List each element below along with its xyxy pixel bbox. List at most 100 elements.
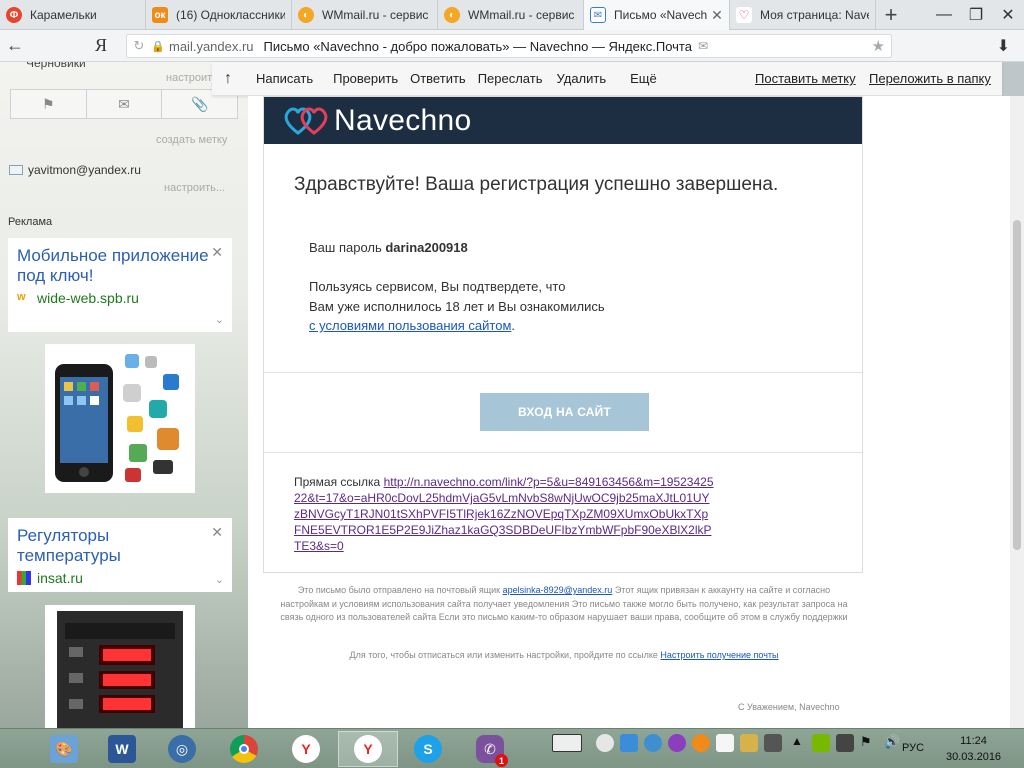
minimize-button[interactable]: — xyxy=(928,0,960,29)
skype-icon: S xyxy=(414,735,442,763)
ad-site-label: insat.ru xyxy=(37,570,83,586)
ad-site[interactable]: w wide-web.spb.ru xyxy=(8,286,232,310)
back-arrow-icon[interactable]: ← xyxy=(0,35,30,56)
notification-badge: 1 xyxy=(495,754,508,767)
db-icon[interactable] xyxy=(764,734,782,752)
new-tab-button[interactable]: + xyxy=(876,0,906,29)
tab-mail-letter[interactable]: ✉ Письмо «Navech ✕ xyxy=(584,0,730,30)
password-value: darina200918 xyxy=(385,240,468,255)
delete-button[interactable]: Удалить xyxy=(556,71,606,86)
ads-heading: Реклама xyxy=(8,216,53,228)
yandex-logo-button[interactable]: Я xyxy=(86,35,116,56)
url-field[interactable]: ↻ 🔒 mail.yandex.ru Письмо «Navechno - до… xyxy=(126,34,892,58)
account-item[interactable]: yavitmon@yandex.ru xyxy=(9,163,141,177)
signature: С Уважением, Navechno xyxy=(738,702,840,712)
more-button[interactable]: Ещё xyxy=(630,71,657,86)
login-button[interactable]: ВХОД НА САЙТ xyxy=(480,393,649,431)
ad-image-phone[interactable] xyxy=(45,344,195,493)
taskbar-yandex-browser-active[interactable]: Y xyxy=(338,731,398,767)
envelope-icon[interactable]: ✉ xyxy=(87,90,163,118)
cloud-icon[interactable] xyxy=(596,734,614,752)
tab-wmmail-2[interactable]: ◐ WMmail.ru - сервис xyxy=(438,0,584,30)
clock-date: 30.03.2016 xyxy=(946,751,1002,763)
tab-odnoklassniki[interactable]: ок (16) Одноклассники xyxy=(146,0,292,30)
vertical-scrollbar[interactable] xyxy=(1010,96,1024,728)
divider xyxy=(264,372,862,373)
close-icon[interactable]: ✕ xyxy=(211,524,223,541)
system-clock[interactable]: 11:24 30.03.2016 xyxy=(946,733,1001,765)
account-setup-link[interactable]: настроить... xyxy=(164,182,225,194)
footer-text: Это письмо было отправлено на почтовый я… xyxy=(297,585,503,595)
app-icon[interactable] xyxy=(668,734,686,752)
input-language[interactable]: РУС xyxy=(902,742,924,754)
compose-button[interactable]: Написать xyxy=(256,71,313,86)
tab-label: WMmail.ru - сервис xyxy=(322,8,429,22)
chevron-down-icon[interactable]: ⌄ xyxy=(215,313,224,326)
volume-icon[interactable]: 🔊 xyxy=(884,734,902,752)
lock-icon: 🔒 xyxy=(151,40,165,53)
folder-drafts[interactable]: Черновики xyxy=(26,62,86,70)
ad-card[interactable]: Регуляторы температуры ✕ insat.ru ⌄ xyxy=(8,518,232,592)
tab-wmmail-1[interactable]: ◐ WMmail.ru - сервис xyxy=(292,0,438,30)
maximize-button[interactable]: ❐ xyxy=(960,0,992,29)
ad-site[interactable]: insat.ru xyxy=(8,566,232,590)
network-icon[interactable] xyxy=(836,734,854,752)
scrollbar-thumb[interactable] xyxy=(1013,220,1021,550)
taskbar-word[interactable]: W xyxy=(92,731,152,767)
taskbar-chrome[interactable] xyxy=(214,731,274,767)
mail-icon[interactable] xyxy=(716,734,734,752)
terms-line: Вам уже исполнилось 18 лет и Вы ознакоми… xyxy=(309,298,605,314)
taskbar-yandex-browser[interactable]: Y xyxy=(276,731,336,767)
ok-icon[interactable] xyxy=(692,734,710,752)
divider xyxy=(264,452,862,453)
browser-tab-strip: Ф Карамельки ок (16) Одноклассники ◐ WMm… xyxy=(0,0,1024,30)
close-window-button[interactable]: ✕ xyxy=(992,0,1024,29)
mail-sidebar: Черновики настроить... ⚑ ✉ 📎 создать мет… xyxy=(0,62,248,728)
ad-title[interactable]: Мобильное приложение под ключ! xyxy=(8,238,232,286)
reply-button[interactable]: Ответить xyxy=(410,71,466,86)
move-to-folder-button[interactable]: Переложить в папку xyxy=(869,71,991,86)
favicon-icon: Ф xyxy=(6,7,22,23)
flag-icon[interactable]: ⚑ xyxy=(11,90,87,118)
odnoklassniki-icon: ок xyxy=(152,7,168,23)
close-icon[interactable]: ✕ xyxy=(211,244,223,261)
tab-label: (16) Одноклассники xyxy=(176,8,285,22)
ad-card[interactable]: Мобильное приложение под ключ! ✕ w wide-… xyxy=(8,238,232,332)
yandex-browser-icon: Y xyxy=(292,735,320,763)
folder-icon[interactable] xyxy=(740,734,758,752)
camera-icon[interactable] xyxy=(620,734,638,752)
keyboard-icon[interactable] xyxy=(552,734,582,752)
create-label-link[interactable]: создать метку xyxy=(156,134,227,146)
close-tab-icon[interactable]: ✕ xyxy=(709,7,725,23)
terms-link[interactable]: с условиями пользования сайтом xyxy=(309,318,511,333)
taskbar-skype[interactable]: S xyxy=(398,731,458,767)
bookmark-star-icon[interactable]: ★ xyxy=(872,37,885,55)
footer-email-link[interactable]: apelsinka-8929@yandex.ru xyxy=(503,585,613,595)
tab-karamelki[interactable]: Ф Карамельки xyxy=(0,0,146,30)
chevron-down-icon[interactable]: ⌄ xyxy=(215,573,224,586)
account-email: yavitmon@yandex.ru xyxy=(28,163,141,177)
reload-icon[interactable]: ↻ xyxy=(127,38,151,54)
check-mail-button[interactable]: Проверить xyxy=(333,71,398,86)
yandex-disk-icon[interactable] xyxy=(644,734,662,752)
url-domain: mail.yandex.ru xyxy=(169,38,254,54)
arrow-up-icon[interactable]: ↑ xyxy=(212,70,244,88)
flag-icon[interactable]: ⚑ xyxy=(860,734,878,752)
taskbar-viber[interactable]: ✆ 1 xyxy=(460,731,520,767)
unsubscribe-link[interactable]: Настроить получение почты xyxy=(660,650,778,660)
tab-my-page[interactable]: ♡ Моя страница: Nave xyxy=(730,0,876,30)
paint-icon: 🎨 xyxy=(50,735,78,763)
nvidia-icon[interactable] xyxy=(812,734,830,752)
taskbar-paint[interactable]: 🎨 xyxy=(34,731,94,767)
forward-button[interactable]: Переслать xyxy=(478,71,543,86)
ad-title[interactable]: Регуляторы температуры xyxy=(8,518,232,566)
chrome-icon xyxy=(230,735,258,763)
ad-image-regulator[interactable] xyxy=(45,605,195,728)
tab-label: Карамельки xyxy=(30,8,97,22)
email-footer-notice: Это письмо было отправлено на почтовый я… xyxy=(278,584,850,625)
up-arrow-icon[interactable]: ▲ xyxy=(788,734,806,752)
set-label-button[interactable]: Поставить метку xyxy=(755,71,856,86)
taskbar-speedtest[interactable]: ◎ xyxy=(152,731,212,767)
envelope-icon xyxy=(9,165,23,175)
download-icon[interactable]: ⬇ xyxy=(997,36,1010,56)
